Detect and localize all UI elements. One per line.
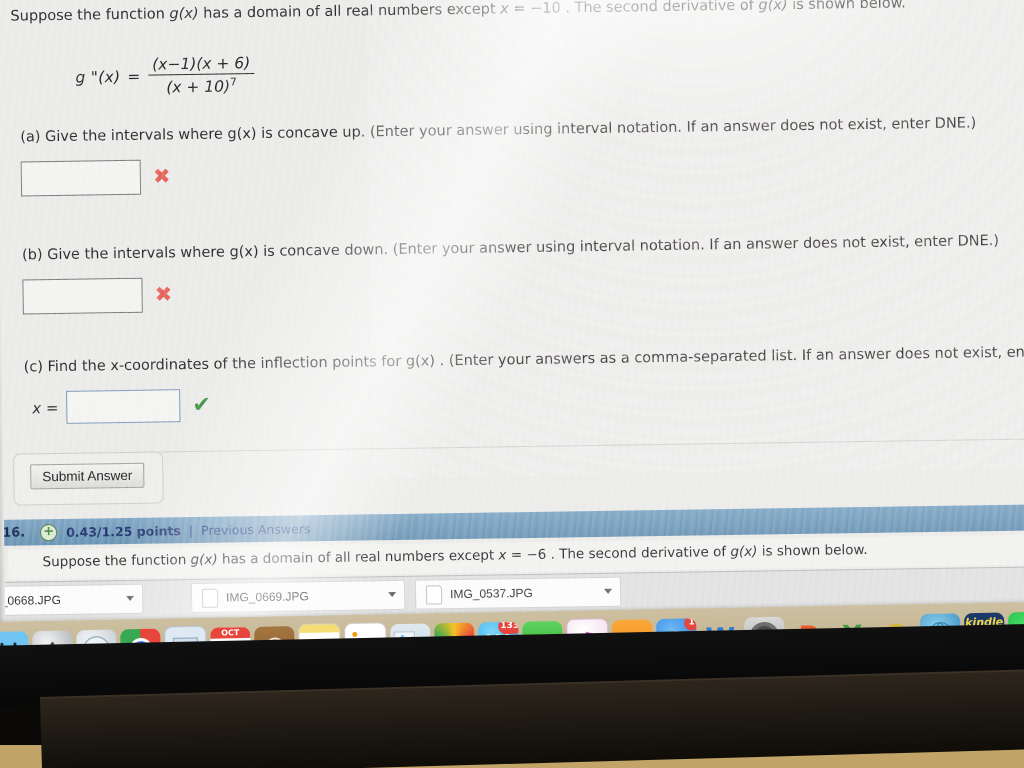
prompt-function-2: g(x) xyxy=(758,0,788,14)
q16-prompt-suffix: . The second derivative of xyxy=(546,544,731,563)
chevron-down-icon[interactable] xyxy=(126,595,135,601)
q16-prompt-value: −6 xyxy=(526,546,547,564)
download-item-0[interactable]: IMG_0668.JPG xyxy=(0,583,144,617)
file-icon xyxy=(201,588,219,608)
q16-prompt-function: g(x) xyxy=(190,551,218,569)
calendar-month: OCT xyxy=(210,626,251,639)
part-b-label: (b) Give the intervals where g(x) is con… xyxy=(21,233,1000,264)
formula-numerator: (x−1)(x + 6) xyxy=(148,54,255,76)
app-store-badge: 1 xyxy=(684,618,697,631)
formula-equals: = xyxy=(127,67,141,86)
panel-edge xyxy=(160,438,1024,453)
download-item-2[interactable]: IMG_0537.JPG xyxy=(414,576,622,610)
part-b: (b) Give the intervals where g(x) is con… xyxy=(21,233,1000,315)
formula-denominator-base: (x + 10) xyxy=(166,77,231,97)
part-b-answer-row: ✖ xyxy=(22,265,999,315)
part-c-answer-row: x = ✔ xyxy=(32,376,1024,425)
red-x-icon: ✖ xyxy=(154,282,173,307)
points-label: 0.43/1.25 points xyxy=(66,522,181,540)
chevron-down-icon[interactable] xyxy=(604,588,613,594)
q16-prompt-mid: has a domain of all real numbers except xyxy=(217,547,499,568)
file-icon xyxy=(425,584,443,605)
laptop-photo: Suppose the function g(x) has a domain o… xyxy=(0,0,1024,768)
messages-badge: 133 xyxy=(498,621,519,635)
submit-answer-button[interactable]: Submit Answer xyxy=(30,462,145,490)
question-panel: Suppose the function g(x) has a domain o… xyxy=(0,0,1024,424)
question-prompt: Suppose the function g(x) has a domain o… xyxy=(10,0,906,28)
question-16-prompt: Suppose the function g(x) has a domain o… xyxy=(42,541,867,573)
reminder-dot xyxy=(352,631,358,637)
divider: | xyxy=(188,522,194,538)
prompt-equals: = xyxy=(508,0,531,18)
expand-plus-icon[interactable]: + xyxy=(40,523,58,541)
notes-header xyxy=(299,624,340,633)
part-a-answer-row: ✖ xyxy=(20,147,977,197)
submit-container: Submit Answer xyxy=(12,451,164,506)
prompt-prefix: Suppose the function xyxy=(10,6,170,25)
q16-prompt-prefix: Suppose the function xyxy=(42,552,191,571)
q16-prompt-variable: x xyxy=(498,547,507,564)
laptop-screen: Suppose the function g(x) has a domain o… xyxy=(0,0,1024,644)
formula-fraction: (x−1)(x + 6) (x + 10)7 xyxy=(148,54,255,97)
prompt-value: −10 xyxy=(530,0,561,17)
question-number: 16. xyxy=(2,524,26,541)
formula-denominator-exponent: 7 xyxy=(229,76,237,89)
part-c-input[interactable] xyxy=(66,389,181,424)
red-x-icon: ✖ xyxy=(152,164,171,189)
previous-answers-link[interactable]: Previous Answers xyxy=(201,521,311,538)
prompt-mid: has a domain of all real numbers except xyxy=(198,1,501,22)
part-c-field-prefix: x = xyxy=(32,398,59,417)
webassign-page: Suppose the function g(x) has a domain o… xyxy=(0,0,1024,644)
q16-prompt-equals: = xyxy=(506,547,527,564)
prompt-function: g(x) xyxy=(169,5,199,23)
part-a-label: (a) Give the intervals where g(x) is con… xyxy=(20,115,977,146)
second-derivative-formula: g "(x) = (x−1)(x + 6) (x + 10)7 xyxy=(75,54,255,98)
download-file-name: IMG_0669.JPG xyxy=(226,589,309,605)
part-a: (a) Give the intervals where g(x) is con… xyxy=(20,115,977,197)
chevron-down-icon[interactable] xyxy=(388,591,397,598)
part-a-input[interactable] xyxy=(20,159,142,197)
green-check-icon: ✔ xyxy=(192,392,212,418)
formula-lhs: g "(x) xyxy=(75,67,121,87)
q16-prompt-end: is shown below. xyxy=(757,541,868,560)
download-file-name: IMG_0537.JPG xyxy=(449,585,533,602)
formula-denominator: (x + 10)7 xyxy=(166,75,237,97)
q16-prompt-function-2: g(x) xyxy=(730,543,758,561)
download-item-1[interactable]: IMG_0669.JPG xyxy=(190,579,406,614)
prompt-end: is shown below. xyxy=(787,0,906,14)
download-file-name: IMG_0668.JPG xyxy=(0,592,61,609)
part-c-label: (c) Find the x-coordinates of the inflec… xyxy=(23,343,1024,376)
part-b-input[interactable] xyxy=(22,277,143,315)
prompt-suffix: . The second derivative of xyxy=(560,0,759,17)
part-c: (c) Find the x-coordinates of the inflec… xyxy=(24,344,1024,425)
